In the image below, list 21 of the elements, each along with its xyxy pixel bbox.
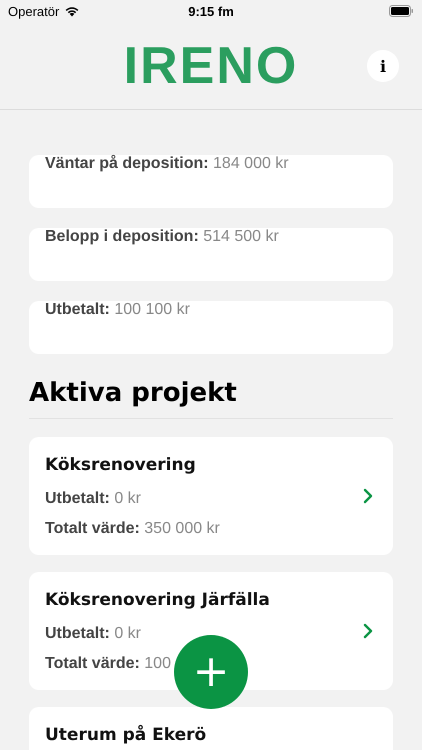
info-button[interactable]: i <box>367 50 399 82</box>
project-card[interactable]: Köksrenovering Utbetalt: 0 kr Totalt värde: 350 000 kr <box>29 437 393 555</box>
project-detail: Utbetalt: 0 kr <box>45 490 142 508</box>
chevron-icon <box>363 488 373 504</box>
project-detail: Utbetalt: 0 kr <box>45 625 142 643</box>
summary-text: Väntar på deposition: 184 000 kr <box>45 155 289 173</box>
project-title: Köksrenovering <box>45 455 197 475</box>
status-time: 9:15 fm <box>188 4 234 18</box>
project-title: Köksrenovering Järfälla <box>45 590 270 610</box>
project-detail: Totalt värde: 100 <box>45 655 171 673</box>
wifi-icon <box>64 5 80 17</box>
summary-text: Utbetalt: 100 100 kr <box>45 301 190 319</box>
project-detail: Totalt värde: 350 000 kr <box>45 520 220 538</box>
battery-icon <box>389 5 414 17</box>
app-logo: IRENO <box>124 36 298 96</box>
section-heading: Aktiva projekt <box>29 377 238 408</box>
project-card[interactable]: Uterum på Ekerö <box>29 707 393 750</box>
carrier-name: Operatör <box>8 4 60 18</box>
chevron-icon <box>363 623 373 639</box>
project-title: Uterum på Ekerö <box>45 725 206 745</box>
summary-text: Belopp i deposition: 514 500 kr <box>45 228 279 246</box>
